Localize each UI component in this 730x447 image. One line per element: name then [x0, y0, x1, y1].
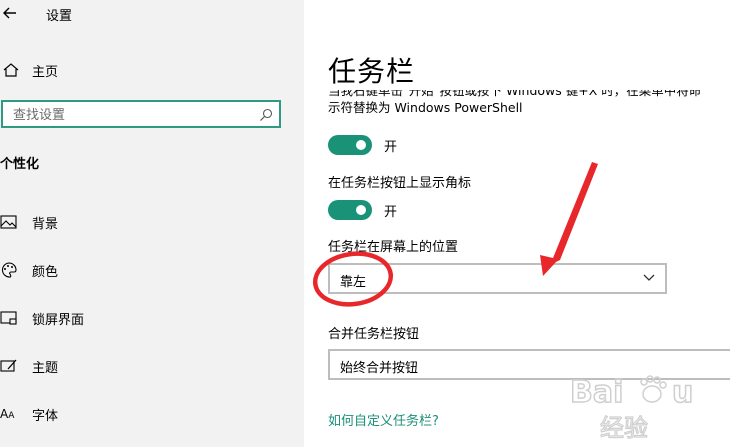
theme-icon [0, 359, 17, 372]
taskbar-position-label: 任务栏在屏幕上的位置 [328, 240, 459, 255]
badges-toggle[interactable] [328, 200, 372, 220]
picture-icon [0, 215, 17, 229]
dropdown-value: 靠左 [340, 275, 367, 290]
search-icon[interactable] [259, 108, 273, 122]
help-link[interactable]: 如何自定义任务栏? [328, 410, 439, 429]
sidebar-item-home[interactable]: 主页 [0, 58, 58, 82]
powershell-toggle-row[interactable]: 开 [328, 134, 397, 156]
toggle-state-label: 开 [384, 139, 398, 155]
sidebar-item-label: 字体 [32, 408, 59, 424]
sidebar: 设置 主页 个性化 背景 颜色 锁屏界面 [0, 0, 304, 447]
svg-text:经验: 经验 [600, 414, 648, 442]
sidebar-item-label: 颜色 [32, 264, 59, 280]
page-title: 任务栏 [328, 55, 416, 88]
search-box[interactable] [1, 100, 281, 128]
description-line-2: 示符替换为 Windows PowerShell [328, 100, 523, 115]
baidu-watermark: Bai u 经验 [569, 374, 694, 442]
toggle-state-label: 开 [384, 204, 398, 220]
badges-setting-label: 在任务栏按钮上显示角标 [328, 176, 472, 191]
setting-description: 当我右键单击"开始"按钮或按下 Windows 键+X 时，在菜单中将命 示符替… [328, 90, 730, 116]
sidebar-item-colors[interactable]: 颜色 [0, 258, 58, 282]
section-title: 个性化 [0, 157, 40, 172]
sidebar-item-lock-screen[interactable]: 锁屏界面 [0, 306, 84, 330]
back-arrow-icon[interactable] [2, 5, 18, 21]
lock-screen-icon [0, 311, 17, 325]
sidebar-item-label: 锁屏界面 [32, 312, 85, 328]
dropdown-value: 始终合并按钮 [340, 361, 419, 376]
sidebar-item-themes[interactable]: 主题 [0, 354, 58, 378]
sidebar-item-background[interactable]: 背景 [0, 210, 58, 234]
sidebar-item-fonts[interactable]: AA 字体 [0, 402, 58, 426]
taskbar-position-dropdown[interactable]: 靠左 [328, 263, 667, 294]
font-icon: AA [0, 407, 15, 421]
badges-toggle-row[interactable]: 开 [328, 199, 397, 221]
combine-buttons-label: 合并任务栏按钮 [328, 327, 420, 342]
sidebar-item-label: 主页 [32, 64, 59, 80]
home-icon [3, 63, 19, 77]
sidebar-item-label: 背景 [32, 216, 59, 232]
palette-icon [1, 262, 17, 278]
search-input[interactable] [11, 105, 255, 125]
window-title: 设置 [46, 9, 73, 24]
svg-text:Bai: Bai [570, 375, 623, 410]
chevron-down-icon [643, 274, 655, 281]
svg-text:u: u [672, 375, 693, 410]
sidebar-item-label: 主题 [32, 360, 59, 376]
powershell-toggle[interactable] [328, 135, 372, 155]
description-line-1: 当我右键单击"开始"按钮或按下 Windows 键+X 时，在菜单中将命 [328, 90, 702, 98]
